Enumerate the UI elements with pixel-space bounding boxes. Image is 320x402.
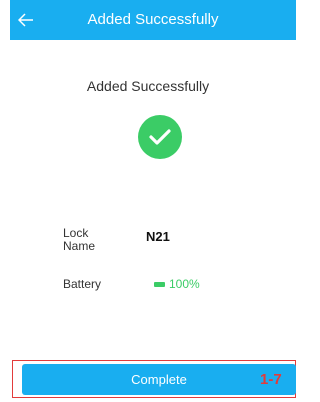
complete-label: Complete xyxy=(131,372,187,387)
battery-value: 100% xyxy=(169,277,200,291)
battery-icon xyxy=(154,281,165,287)
lock-name-label: Lock Name xyxy=(63,226,96,253)
battery-label: Battery xyxy=(63,277,102,291)
annotation-tag: 1-7 xyxy=(260,371,282,388)
lock-name-value: N21 xyxy=(146,229,170,244)
complete-button[interactable]: Complete xyxy=(22,364,296,395)
header-title: Added Successfully xyxy=(87,11,219,28)
arrow-left-icon xyxy=(18,13,33,27)
battery-status: 100% xyxy=(154,277,200,291)
success-message: Added Successfully xyxy=(86,78,210,94)
back-button[interactable] xyxy=(14,9,38,31)
check-circle-icon xyxy=(138,115,182,159)
header-bar: Added Successfully xyxy=(10,0,296,40)
